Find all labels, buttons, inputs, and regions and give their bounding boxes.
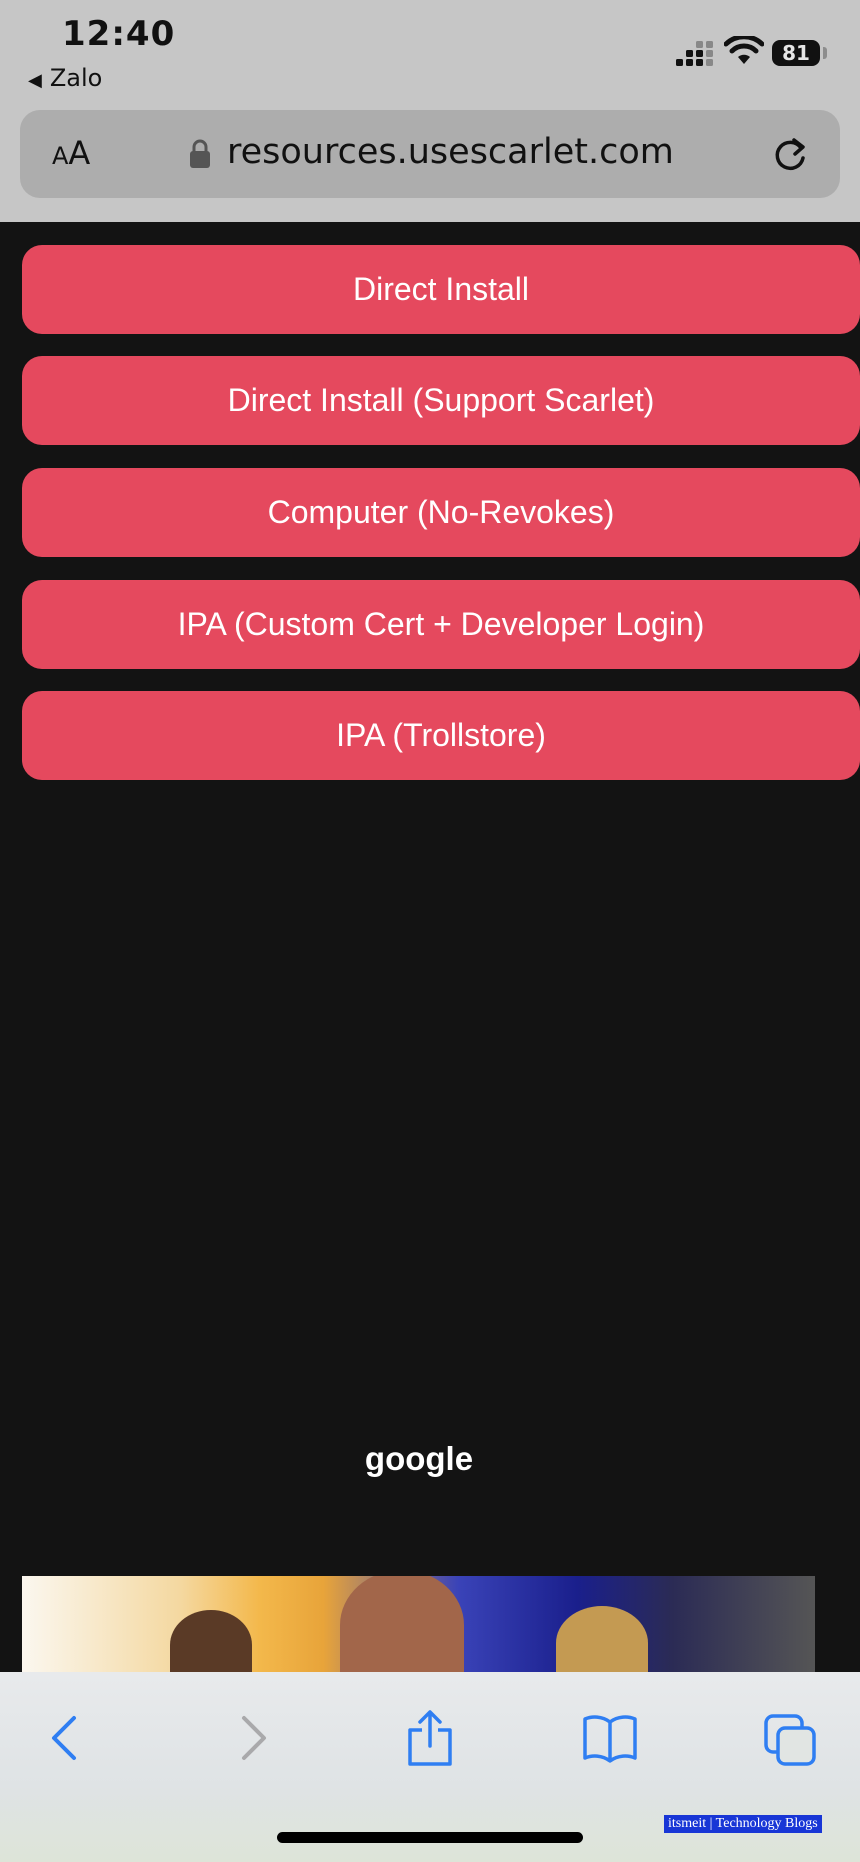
address-bar[interactable]: AA resources.usescarlet.com [20, 110, 840, 198]
battery-tip [823, 47, 827, 59]
direct-install-support-button[interactable]: Direct Install (Support Scarlet) [22, 356, 860, 445]
battery-icon: 81 [772, 40, 820, 66]
back-icon[interactable] [38, 1708, 94, 1768]
browser-top-chrome: 12:40 ◀ Zalo 81 AA resources.usescarlet.c… [0, 0, 860, 222]
back-to-app-link[interactable]: ◀ Zalo [28, 64, 102, 92]
reader-text-size-button[interactable]: AA [52, 134, 90, 172]
reload-icon[interactable] [770, 134, 810, 176]
ad-label: google [364, 1440, 474, 1477]
ad-person-left [170, 1610, 252, 1672]
forward-icon[interactable] [224, 1708, 280, 1768]
computer-no-revokes-button[interactable]: Computer (No-Revokes) [22, 468, 860, 557]
ipa-trollstore-button[interactable]: IPA (Trollstore) [22, 691, 860, 780]
ad-person-center [340, 1576, 464, 1672]
url-text[interactable]: resources.usescarlet.com [227, 132, 674, 172]
watermark-label: itsmeit | Technology Blogs [664, 1815, 822, 1833]
reader-small-a: A [52, 142, 69, 170]
reader-big-a: A [68, 134, 91, 172]
status-time: 12:40 [62, 14, 176, 54]
share-icon[interactable] [402, 1708, 458, 1768]
home-indicator[interactable] [277, 1832, 583, 1843]
wifi-icon [724, 36, 764, 64]
lock-icon [190, 139, 210, 168]
ad-person-right [556, 1606, 648, 1672]
signal-icon [676, 41, 713, 66]
ipa-custom-cert-button[interactable]: IPA (Custom Cert + Developer Login) [22, 580, 860, 669]
direct-install-button[interactable]: Direct Install [22, 245, 860, 334]
back-app-label: Zalo [49, 64, 103, 92]
ad-image[interactable] [22, 1576, 815, 1672]
bookmarks-icon[interactable] [582, 1708, 638, 1768]
tabs-icon[interactable] [762, 1708, 818, 1768]
back-triangle-icon: ◀ [28, 70, 42, 91]
